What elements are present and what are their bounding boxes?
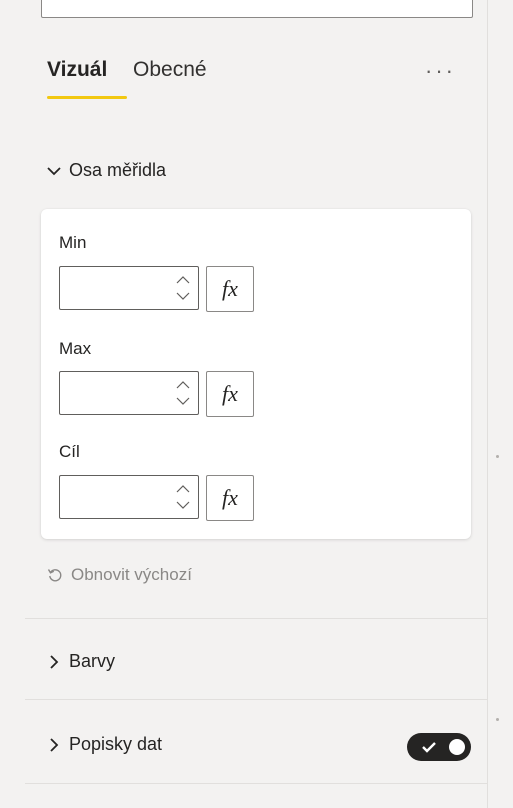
divider [25, 699, 487, 700]
section-title-colors: Barvy [69, 651, 116, 671]
format-pane: Vizuál Obecné ··· Osa měřidla Min fx Max… [25, 0, 487, 808]
toggle-knob [449, 739, 465, 755]
spinner-arrows-icon[interactable] [174, 482, 192, 512]
chevron-down-icon [47, 166, 61, 175]
spinner-arrows-icon[interactable] [174, 378, 192, 408]
spinner-arrows-icon[interactable] [174, 273, 192, 303]
section-header-gauge-axis[interactable]: Osa měřidla [47, 160, 166, 181]
max-input[interactable] [59, 371, 199, 415]
target-fx-button[interactable]: fx [206, 475, 254, 521]
max-label: Max [59, 339, 92, 358]
search-input[interactable] [41, 0, 473, 18]
section-title-data-labels: Popisky dat [69, 734, 163, 754]
section-header-colors[interactable]: Barvy [47, 651, 115, 672]
section-header-data-labels[interactable]: Popisky dat [47, 734, 162, 755]
divider [25, 618, 487, 619]
reset-default-button[interactable]: Obnovit výchozí [47, 565, 192, 585]
format-tabs: Vizuál Obecné ··· [47, 58, 477, 106]
check-icon [422, 742, 436, 753]
tab-general[interactable]: Obecné [133, 58, 207, 82]
min-input[interactable] [59, 266, 199, 310]
data-labels-toggle[interactable] [407, 733, 471, 761]
collapse-handle-icon[interactable] [496, 455, 499, 458]
target-label: Cíl [59, 442, 80, 461]
target-input[interactable] [59, 475, 199, 519]
min-fx-button[interactable]: fx [206, 266, 254, 312]
max-fx-button[interactable]: fx [206, 371, 254, 417]
divider [25, 783, 487, 784]
min-label: Min [59, 233, 87, 252]
reset-default-label: Obnovit výchozí [71, 565, 192, 584]
chevron-right-icon [50, 737, 59, 752]
active-tab-indicator [47, 96, 127, 99]
section-title-gauge-axis: Osa měřidla [69, 160, 167, 180]
tab-visual[interactable]: Vizuál [47, 58, 107, 82]
collapse-handle-icon[interactable] [496, 718, 499, 721]
reset-icon [47, 569, 62, 582]
right-pane-edge [487, 0, 513, 808]
chevron-right-icon [50, 654, 59, 669]
gauge-axis-card: Min fx Max fx Cíl fx [41, 209, 471, 539]
more-horizontal-icon[interactable]: ··· [425, 58, 456, 84]
